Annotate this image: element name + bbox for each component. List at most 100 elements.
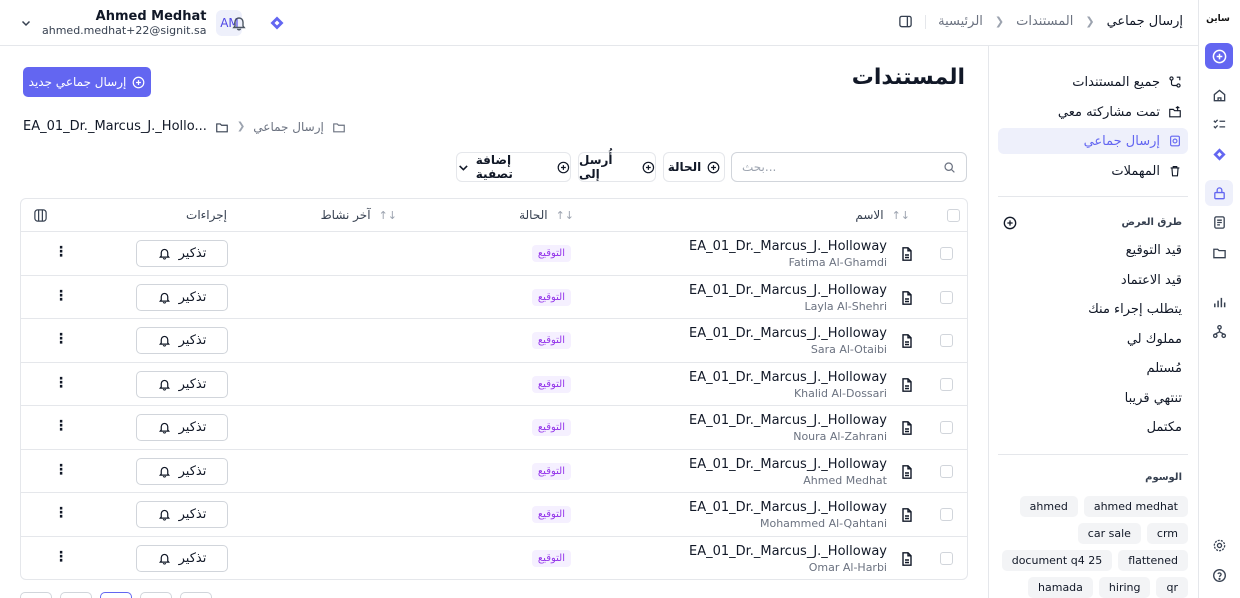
- remind-button[interactable]: تذكير: [136, 501, 228, 528]
- document-title[interactable]: EA_01_Dr._Marcus_J._Holloway: [689, 413, 887, 428]
- row-checkbox[interactable]: [940, 508, 953, 521]
- document-title[interactable]: EA_01_Dr._Marcus_J._Holloway: [689, 283, 887, 298]
- breadcrumb-home[interactable]: الرئيسية: [938, 14, 983, 29]
- table-row[interactable]: EA_01_Dr._Marcus_J._Holloway Omar Al-Harb…: [21, 537, 967, 580]
- nav-bulk-send[interactable]: إرسال جماعي: [998, 128, 1188, 154]
- page-button[interactable]: [60, 592, 92, 598]
- table-row[interactable]: EA_01_Dr._Marcus_J._Holloway Noura Al-Zah…: [21, 406, 967, 450]
- status-badge: التوقيع: [531, 245, 571, 262]
- remind-button[interactable]: تذكير: [136, 414, 228, 441]
- pagination: [20, 592, 212, 598]
- view-action-required[interactable]: يتطلب إجراء منك: [1088, 302, 1182, 317]
- page-button-current[interactable]: [100, 592, 132, 598]
- remind-button[interactable]: تذكير: [136, 544, 228, 572]
- column-name[interactable]: الاسم ↑↓: [855, 208, 910, 222]
- diamond-icon[interactable]: [267, 13, 287, 33]
- row-checkbox[interactable]: [940, 421, 953, 434]
- status-filter-button[interactable]: الحالة: [663, 152, 725, 182]
- view-completed[interactable]: مكتمل: [1147, 420, 1182, 435]
- sidebar-toggle-icon[interactable]: [898, 14, 913, 29]
- path-root[interactable]: إرسال جماعي: [253, 120, 324, 134]
- app-logo[interactable]: ساين: [1204, 14, 1232, 24]
- row-checkbox[interactable]: [940, 334, 953, 347]
- tag-chip[interactable]: ahmed: [1019, 496, 1078, 517]
- add-filter-button[interactable]: إضافة تصفية: [456, 152, 571, 182]
- templates-icon[interactable]: [1205, 209, 1233, 235]
- more-options-icon[interactable]: ⋮: [54, 244, 68, 262]
- document-title[interactable]: EA_01_Dr._Marcus_J._Holloway: [689, 500, 887, 515]
- sort-icon: ↑↓: [891, 208, 910, 222]
- tag-chip[interactable]: hiring: [1098, 577, 1151, 598]
- more-options-icon[interactable]: ⋮: [54, 418, 68, 436]
- table-row[interactable]: EA_01_Dr._Marcus_J._Holloway Fatima Al-Gh…: [21, 232, 967, 276]
- nav-shared-with-me[interactable]: تمت مشاركته معي: [998, 99, 1188, 125]
- remind-button[interactable]: تذكير: [136, 283, 228, 311]
- tag-chip[interactable]: crm: [1146, 523, 1188, 544]
- diamond-icon[interactable]: [1205, 141, 1233, 167]
- row-checkbox[interactable]: [940, 247, 953, 260]
- remind-button[interactable]: تذكير: [136, 240, 228, 267]
- more-options-icon[interactable]: ⋮: [54, 331, 68, 349]
- new-bulk-send-button[interactable]: إرسال جماعي جديد: [23, 67, 151, 97]
- page-button[interactable]: [20, 592, 52, 598]
- table-row[interactable]: EA_01_Dr._Marcus_J._Holloway Khalid Al-Do…: [21, 363, 967, 406]
- more-options-icon[interactable]: ⋮: [54, 375, 68, 393]
- add-icon[interactable]: [1205, 43, 1233, 69]
- breadcrumb-documents[interactable]: المستندات: [1016, 14, 1073, 29]
- bell-icon[interactable]: [229, 13, 249, 33]
- select-all-checkbox[interactable]: [947, 209, 960, 222]
- view-pending-approval[interactable]: قيد الاعتماد: [1121, 273, 1182, 288]
- reports-icon[interactable]: [1205, 289, 1233, 315]
- view-received[interactable]: مُستلم: [1147, 361, 1182, 376]
- tag-chip[interactable]: document q4 25: [1001, 550, 1113, 571]
- tag-chip[interactable]: ahmed medhat: [1083, 496, 1188, 517]
- table-row[interactable]: EA_01_Dr._Marcus_J._Holloway Mohammed Al-…: [21, 493, 967, 537]
- page-button[interactable]: [140, 592, 172, 598]
- document-title[interactable]: EA_01_Dr._Marcus_J._Holloway: [689, 370, 887, 385]
- document-title[interactable]: EA_01_Dr._Marcus_J._Holloway: [689, 326, 887, 341]
- row-checkbox[interactable]: [940, 464, 953, 478]
- document-title[interactable]: EA_01_Dr._Marcus_J._Holloway: [689, 239, 887, 254]
- settings-icon[interactable]: [1205, 532, 1233, 558]
- more-options-icon[interactable]: ⋮: [54, 462, 68, 480]
- row-checkbox[interactable]: [940, 551, 953, 565]
- table-row[interactable]: EA_01_Dr._Marcus_J._Holloway Ahmed Medhat…: [21, 450, 967, 493]
- home-icon[interactable]: [1205, 82, 1233, 108]
- tag-chip[interactable]: qr: [1156, 577, 1188, 598]
- folders-icon[interactable]: [1205, 239, 1233, 265]
- tag-chip[interactable]: hamada: [1028, 577, 1093, 598]
- workflow-icon[interactable]: [1205, 318, 1233, 344]
- table-row[interactable]: EA_01_Dr._Marcus_J._Holloway Layla Al-She…: [21, 276, 967, 319]
- nav-all-documents[interactable]: جميع المستندات: [998, 69, 1188, 95]
- remind-button[interactable]: تذكير: [136, 327, 228, 354]
- column-last-activity[interactable]: آخر نشاط ↑↓: [321, 208, 397, 222]
- table-row[interactable]: EA_01_Dr._Marcus_J._Holloway Sara Al-Otai…: [21, 319, 967, 363]
- columns-icon[interactable]: [33, 208, 48, 223]
- row-checkbox[interactable]: [940, 290, 953, 304]
- document-icon: [902, 377, 912, 392]
- search-input[interactable]: بحث...: [731, 152, 967, 182]
- row-checkbox[interactable]: [940, 377, 953, 391]
- more-options-icon[interactable]: ⋮: [54, 549, 68, 567]
- view-expiring-soon[interactable]: تنتهي قريبا: [1125, 391, 1182, 406]
- sent-to-filter-button[interactable]: أُرسل إلى: [578, 152, 656, 182]
- tag-chip[interactable]: car sale: [1077, 523, 1141, 544]
- document-title[interactable]: EA_01_Dr._Marcus_J._Holloway: [689, 544, 887, 559]
- add-view-icon[interactable]: [1003, 216, 1017, 230]
- tag-chip[interactable]: flattened: [1118, 550, 1188, 571]
- remind-button[interactable]: تذكير: [136, 457, 228, 485]
- remind-button[interactable]: تذكير: [136, 370, 228, 398]
- help-icon[interactable]: [1205, 562, 1233, 588]
- more-options-icon[interactable]: ⋮: [54, 505, 68, 523]
- column-status[interactable]: الحالة ↑↓: [519, 208, 574, 222]
- nav-trash[interactable]: المهملات: [998, 158, 1188, 184]
- page-button[interactable]: [180, 592, 212, 598]
- view-pending-signature[interactable]: قيد التوقيع: [1126, 243, 1182, 258]
- view-owned-by-me[interactable]: مملوك لي: [1127, 332, 1182, 347]
- user-menu[interactable]: Ahmed Medhat ahmed.medhat+22@signit.sa A…: [20, 9, 243, 37]
- tasks-icon[interactable]: [1205, 111, 1233, 137]
- sign-icon[interactable]: [1205, 180, 1233, 206]
- more-options-icon[interactable]: ⋮: [54, 288, 68, 306]
- chevron-down-icon[interactable]: [20, 17, 32, 29]
- document-title[interactable]: EA_01_Dr._Marcus_J._Holloway: [689, 457, 887, 472]
